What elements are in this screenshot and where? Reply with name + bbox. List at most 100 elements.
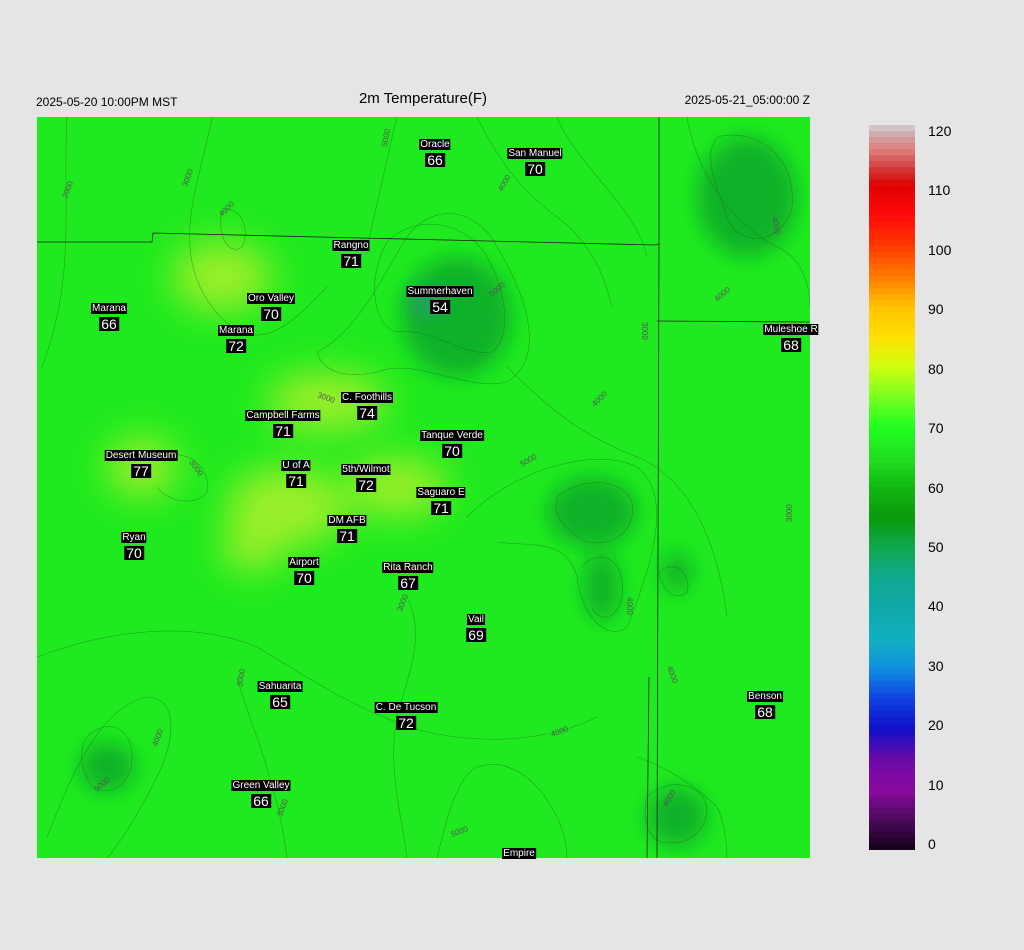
legend-swatch (869, 771, 915, 779)
legend-swatch (869, 541, 915, 549)
station-name: Vail (467, 614, 485, 625)
legend-swatch (869, 765, 915, 773)
legend-swatch (869, 402, 915, 410)
legend-tick-label: 20 (928, 717, 944, 734)
legend-swatch (869, 789, 915, 797)
station-temperature: 66 (99, 316, 119, 332)
legend-swatch (869, 179, 915, 187)
contour-label: 4000 (625, 597, 634, 615)
contour-label: 3000 (785, 504, 794, 522)
legend-swatch (869, 819, 915, 827)
legend-swatch (869, 843, 915, 850)
station-name: Sahuarita (257, 681, 303, 692)
legend-swatch (869, 312, 915, 319)
legend-swatch (869, 572, 915, 579)
legend-tick-label: 50 (928, 538, 944, 555)
legend-swatch (869, 300, 915, 307)
legend-swatch (869, 692, 915, 700)
legend-swatch (869, 427, 915, 434)
legend-swatch (869, 257, 915, 265)
legend-swatch (869, 463, 915, 470)
legend-swatch (869, 735, 915, 742)
legend-swatch (869, 384, 915, 392)
station-temperature: 77 (131, 463, 151, 479)
legend-tick-label: 10 (928, 776, 944, 793)
station-name: San Manuel (507, 148, 563, 159)
legend-swatch (869, 517, 915, 525)
legend-swatch (869, 837, 915, 845)
legend-swatch (869, 759, 915, 767)
station-name: Marana (218, 325, 254, 336)
legend-swatch (869, 137, 915, 144)
legend-swatch (869, 777, 915, 785)
legend-swatch (869, 348, 915, 356)
legend-tick-label: 40 (928, 598, 944, 615)
station-temperature: 65 (270, 694, 290, 710)
legend-swatch (869, 360, 915, 368)
station-name: Desert Museum (104, 450, 178, 461)
legend-swatch (869, 125, 915, 132)
legend-swatch (869, 324, 915, 332)
station-temperature: 70 (442, 443, 462, 459)
station-name: U of A (281, 460, 311, 471)
legend-swatch (869, 233, 915, 241)
station-temperature: 74 (357, 405, 377, 421)
station-name: Campbell Farms (245, 410, 321, 421)
legend-swatch (869, 336, 915, 344)
legend-swatch (869, 185, 915, 193)
station-name: Oracle (419, 139, 451, 150)
legend-swatch (869, 729, 915, 736)
legend-swatch (869, 282, 915, 289)
legend-swatch (869, 523, 915, 531)
legend-swatch (869, 535, 915, 543)
legend-swatch (869, 807, 915, 815)
legend-swatch (869, 221, 915, 229)
legend-swatch (869, 608, 915, 615)
station-temperature: 71 (341, 253, 361, 269)
station-name: 5th/Wilmot (341, 464, 391, 475)
station-temperature: 69 (466, 627, 486, 643)
legend-swatch (869, 239, 915, 247)
legend-swatch (869, 161, 915, 168)
legend-swatch (869, 644, 915, 652)
legend-swatch (869, 626, 915, 634)
legend-swatch (869, 632, 915, 640)
legend-swatch (869, 288, 915, 295)
legend-swatch (869, 614, 915, 622)
legend-swatch (869, 825, 915, 833)
legend-swatch (869, 306, 915, 313)
legend-swatch (869, 547, 915, 555)
station-temperature: 71 (273, 423, 293, 439)
station-name: DM AFB (327, 515, 367, 526)
legend-swatch (869, 408, 915, 416)
legend-swatch (869, 378, 915, 386)
legend-swatch (869, 656, 915, 664)
station-temperature: 71 (337, 528, 357, 544)
legend-swatch (869, 747, 915, 754)
legend-swatch (869, 487, 915, 495)
station-name: Summerhaven (406, 286, 474, 297)
station-name: Benson (747, 691, 783, 702)
legend-swatch (869, 662, 915, 670)
legend-swatch (869, 173, 915, 180)
station-name: Tanque Verde (420, 430, 484, 441)
station-name: C. Foothills (340, 392, 394, 403)
legend-swatch (869, 445, 915, 452)
station-temperature: 71 (431, 500, 451, 516)
legend-tick-label: 0 (928, 836, 936, 852)
legend-swatch (869, 215, 915, 223)
legend-swatch (869, 197, 915, 205)
legend-swatch (869, 560, 915, 567)
station-name: Muleshoe R (763, 324, 819, 335)
legend-swatch (869, 668, 915, 676)
station-temperature: 71 (286, 473, 306, 489)
map-title: 2m Temperature(F) (358, 90, 488, 107)
legend-swatch (869, 801, 915, 809)
legend-swatch (869, 354, 915, 362)
legend-swatch (869, 596, 915, 603)
contour-label: 3000 (640, 322, 649, 340)
station-temperature: 72 (356, 477, 376, 493)
legend-swatch (869, 590, 915, 597)
legend-swatch (869, 493, 915, 501)
legend-swatch (869, 711, 915, 718)
